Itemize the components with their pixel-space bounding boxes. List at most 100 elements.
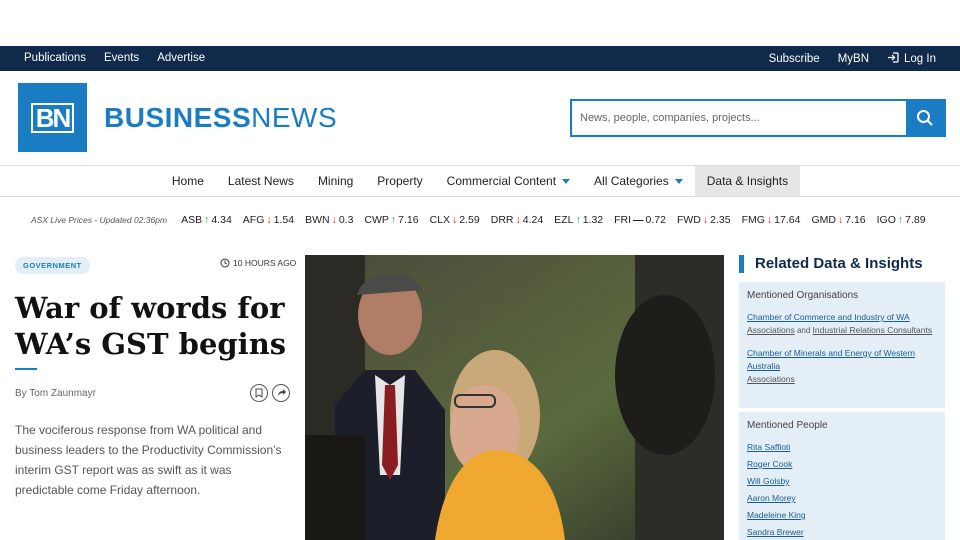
time-label: 10 HOURS AGO — [233, 258, 297, 268]
ticker-code: IGO — [876, 214, 896, 226]
bookmark-button[interactable] — [250, 384, 268, 402]
ticker-value: 0.3 — [338, 214, 354, 226]
bn-logo[interactable]: BN — [18, 83, 87, 152]
org-category-link[interactable]: Associations — [747, 374, 795, 384]
ticker-value: 1.32 — [582, 214, 604, 226]
bookmark-icon — [255, 388, 263, 398]
ticker-item[interactable]: FMG ↓ 17.64 — [742, 214, 801, 226]
search-button[interactable] — [906, 101, 944, 135]
advertise-link[interactable]: Advertise — [157, 52, 205, 64]
ticker-code: FRI — [614, 214, 632, 226]
arrow-down-icon: ↓ — [266, 214, 272, 226]
ticker-item[interactable]: AFG ↓ 1.54 — [243, 214, 294, 226]
ticker-item[interactable]: FWD ↓ 2.35 — [677, 214, 731, 226]
ticker-code: FWD — [676, 214, 701, 226]
subscribe-link[interactable]: Subscribe — [769, 53, 820, 65]
ticker-item[interactable]: BWN ↓ 0.3 — [305, 214, 353, 226]
publications-link[interactable]: Publications — [24, 52, 86, 64]
arrow-down-icon: ↓ — [766, 214, 773, 226]
article-photo — [305, 255, 724, 540]
mybn-link[interactable]: MyBN — [838, 53, 869, 65]
ticker-updated: ASX Live Prices - Updated 02:36pm — [31, 215, 168, 225]
ticker-value: 7.16 — [845, 214, 866, 226]
arrow-up-icon: ↑ — [204, 214, 210, 226]
ticker-item[interactable]: GMD ↓ 7.16 — [811, 214, 865, 226]
ticker-code: CWP — [364, 214, 389, 226]
and-text: and — [796, 326, 811, 335]
person-link[interactable]: Rita Saffioti — [747, 441, 937, 454]
byline[interactable]: By Tom Zaunmayr — [15, 388, 96, 399]
nav-commercial-content[interactable]: Commercial Content — [435, 166, 582, 196]
business-news-wordmark[interactable]: BUSINESSNEWS — [104, 102, 337, 134]
ticker-item[interactable]: DRR ↓ 4.24 — [491, 214, 543, 226]
nav-latest-news[interactable]: Latest News — [216, 166, 306, 196]
org-category-link[interactable]: Associations — [747, 325, 795, 335]
nav-latest-label: Latest News — [227, 174, 294, 188]
nav-home-label: Home — [171, 174, 204, 188]
nav-all-categories[interactable]: All Categories — [582, 166, 695, 196]
person-link[interactable]: Madeleine King — [747, 509, 937, 522]
people-heading: Mentioned People — [747, 420, 828, 431]
ticker-item[interactable]: CWP ↑ 7.16 — [364, 214, 418, 226]
nav-property-label: Property — [377, 174, 423, 188]
ticker-value: 7.89 — [905, 214, 926, 226]
events-link[interactable]: Events — [104, 52, 139, 64]
top-bar: Publications Events Advertise Subscribe … — [0, 46, 960, 71]
main-nav: Home Latest News Mining Property Commerc… — [0, 165, 960, 197]
nav-data-insights[interactable]: Data & Insights — [694, 166, 801, 196]
nav-data-label: Data & Insights — [706, 174, 789, 188]
wordmark-bold: BUSINESS — [104, 102, 252, 133]
org-link-cme[interactable]: Chamber of Minerals and Energy of Wester… — [747, 347, 937, 373]
login-label: Log In — [904, 53, 936, 65]
ticker-item[interactable]: CLX ↓ 2.59 — [430, 214, 480, 226]
ticker-item[interactable]: EZL ↑ 1.32 — [554, 214, 603, 226]
ticker-value: 4.24 — [522, 214, 544, 226]
wordmark-light: NEWS — [251, 102, 338, 133]
publish-time: 10 HOURS AGO — [220, 258, 296, 268]
org-category-link[interactable]: Industrial Relations Consultants — [813, 325, 933, 335]
ticker-item[interactable]: ASB ↑ 4.34 — [181, 214, 232, 226]
person-link[interactable]: Aaron Morey — [747, 492, 937, 505]
org-link-cciwa[interactable]: Chamber of Commerce and Industry of WA — [747, 311, 937, 324]
article-lede: The vociferous response from WA politica… — [15, 423, 282, 497]
search-input[interactable] — [572, 101, 906, 135]
arrow-down-icon: ↓ — [452, 214, 458, 226]
nav-property[interactable]: Property — [365, 166, 434, 196]
search-box — [570, 99, 946, 137]
caret-down-icon — [674, 178, 683, 184]
ticker-code: DRR — [490, 214, 514, 226]
ticker-value: 0.72 — [645, 214, 666, 226]
caret-down-icon — [562, 178, 571, 184]
ticker-value: 1.54 — [273, 214, 295, 226]
org-categories: Associations and Industrial Relations Co… — [747, 324, 937, 337]
login-icon — [887, 52, 899, 66]
arrow-down-icon: ↓ — [331, 214, 337, 226]
person-link[interactable]: Roger Cook — [747, 458, 937, 471]
headline-divider — [15, 368, 37, 370]
dash-icon: — — [633, 214, 644, 226]
nav-categories-label: All Categories — [594, 174, 669, 188]
ticker-item[interactable]: FRI —0.72 — [614, 214, 666, 226]
mentioned-people-box: Mentioned People Rita Saffioti Roger Coo… — [739, 412, 945, 540]
category-badge[interactable]: GOVERNMENT — [15, 257, 90, 274]
person-link[interactable]: Sandra Brewer — [747, 526, 937, 539]
ticker-code: CLX — [429, 214, 451, 226]
login-link[interactable]: Log In — [887, 52, 936, 66]
ticker-value: 2.59 — [459, 214, 480, 226]
nav-home[interactable]: Home — [160, 166, 216, 196]
share-icon — [278, 389, 286, 396]
arrow-up-icon: ↑ — [897, 214, 904, 226]
ticker-value: 17.64 — [774, 214, 801, 226]
share-button[interactable] — [272, 384, 290, 402]
related-data-heading: Related Data & Insights — [739, 255, 923, 273]
arrow-down-icon: ↓ — [837, 214, 844, 226]
org-categories: Associations — [747, 373, 937, 386]
arrow-down-icon: ↓ — [702, 214, 709, 226]
nav-commercial-label: Commercial Content — [446, 174, 557, 188]
arrow-up-icon: ↑ — [390, 214, 397, 226]
person-link[interactable]: Will Golsby — [747, 475, 937, 488]
logo-text: BN — [30, 102, 75, 133]
ticker-item[interactable]: IGO ↑ 7.89 — [877, 214, 926, 226]
orgs-heading: Mentioned Organisations — [747, 290, 859, 301]
nav-mining[interactable]: Mining — [306, 166, 365, 196]
